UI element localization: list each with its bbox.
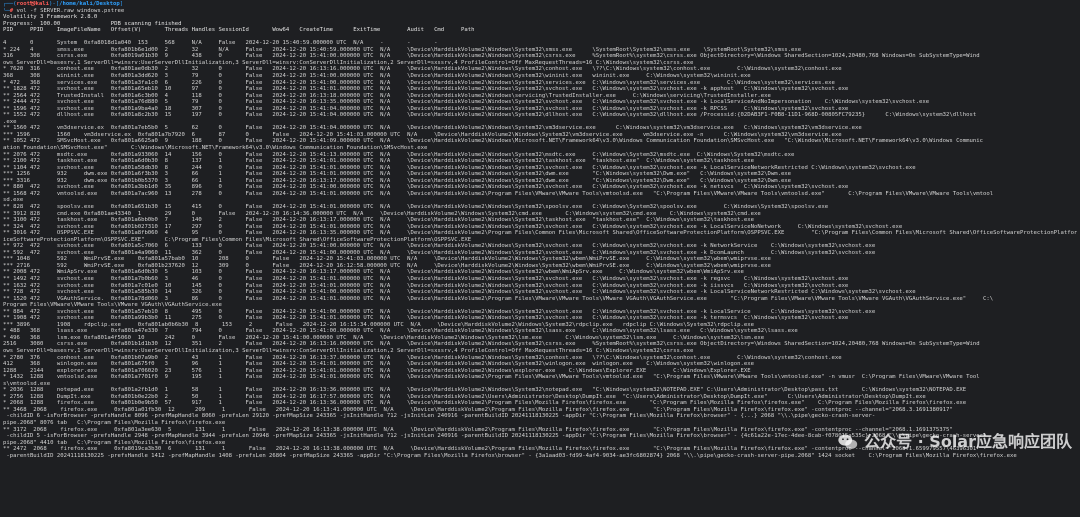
process-row: ** 1568 472 vmtoolsd.exe 0xfa801a7ac960 … [3, 190, 994, 197]
prompt-symbol: # [9, 7, 14, 14]
command-text: vol -f SERVER.raw windows.pstree [16, 7, 125, 14]
prompt-cwd: /home/kali/Desktop [59, 1, 120, 7]
watermark: 公众号 · Solar应急响应团队 [837, 431, 1072, 453]
process-row: -parentBuildID 20241118130225 -prefsHand… [3, 452, 1017, 459]
process-row: ** 728 472 svchost.exe 0xfa801a585b30 14… [3, 289, 916, 296]
process-row: ** 2444 472 svchost.exe 0xfa801a76d880 5… [3, 99, 930, 106]
prompt-user-host: root㉿kali [16, 1, 50, 7]
process-tree-output: 4 0 System 0xfa8018d1a040 153 568 N/A Fa… [3, 34, 1077, 460]
process-row: * 2036 1288 notepad.exe 0xfa801a2fb1d0 1… [3, 387, 967, 394]
process-row: ** 3016 472 OSPPSVC.EXE 0xfa801a8fb060 4… [3, 230, 1077, 237]
process-row: ** 1552 472 dllhost.exe 0xfa801a8c2b30 1… [3, 112, 977, 119]
wechat-icon [838, 434, 858, 450]
process-row: * 2068 1288 firefox.exe 0xfa801b0e9b50 5… [3, 400, 967, 407]
watermark-text: 公众号 · Solar应急响应团队 [864, 432, 1072, 451]
process-row: 316 308 csrss.exe 0xfa8019a01b30 9 438 0… [3, 53, 980, 60]
terminal-window[interactable]: ┌──(root㉿kali)-[/home/kali/Desktop] └─# … [0, 0, 1080, 459]
process-row: * 1432 1288 vmtoolsd.exe 0xfa801a7701f0 … [3, 374, 980, 381]
